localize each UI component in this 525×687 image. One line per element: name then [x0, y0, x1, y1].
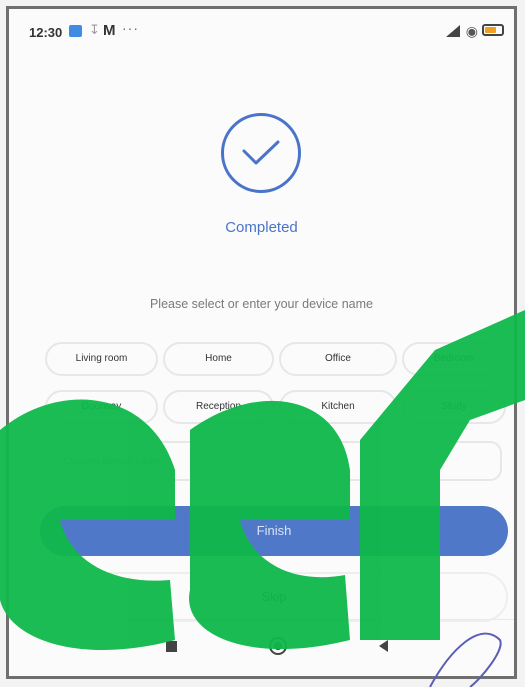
- status-time: 12:30: [29, 25, 63, 40]
- mail-icon: M: [103, 22, 116, 39]
- success-check-icon: [221, 113, 301, 193]
- signal-icon: [446, 25, 460, 37]
- room-chip-office[interactable]: Office: [279, 342, 397, 376]
- room-chip-study[interactable]: Study: [402, 390, 506, 424]
- phone-screen: 12:30 ↧ M ··· ◉ Completed Please select …: [6, 6, 517, 679]
- room-chip-living-room[interactable]: Living room: [45, 342, 158, 376]
- finish-button[interactable]: Finish: [40, 506, 508, 556]
- status-bar: 12:30 ↧ M ··· ◉: [9, 9, 514, 59]
- room-chip-doorway[interactable]: Doorway: [45, 390, 158, 424]
- recents-icon[interactable]: [166, 641, 177, 652]
- device-name-prompt: Please select or enter your device name: [149, 297, 374, 311]
- room-chip-home[interactable]: Home: [163, 342, 274, 376]
- download-icon: ↧: [89, 22, 100, 37]
- custom-device-name-input[interactable]: [47, 443, 500, 479]
- room-chip-bedroom[interactable]: Bedroom: [402, 342, 506, 376]
- home-icon[interactable]: [269, 637, 287, 655]
- wifi-icon: ◉: [465, 23, 478, 39]
- skip-button[interactable]: Skip: [40, 572, 508, 622]
- custom-device-name-field[interactable]: [45, 441, 502, 481]
- room-chip-kitchen[interactable]: Kitchen: [279, 390, 397, 424]
- more-notifications-icon: ···: [122, 20, 139, 36]
- back-icon[interactable]: [379, 640, 388, 652]
- battery-icon: [482, 24, 504, 36]
- room-chip-reception[interactable]: Reception: [163, 390, 274, 424]
- app-notification-icon: [69, 25, 82, 37]
- completed-label: Completed: [225, 219, 298, 236]
- system-nav-bar: [9, 619, 514, 676]
